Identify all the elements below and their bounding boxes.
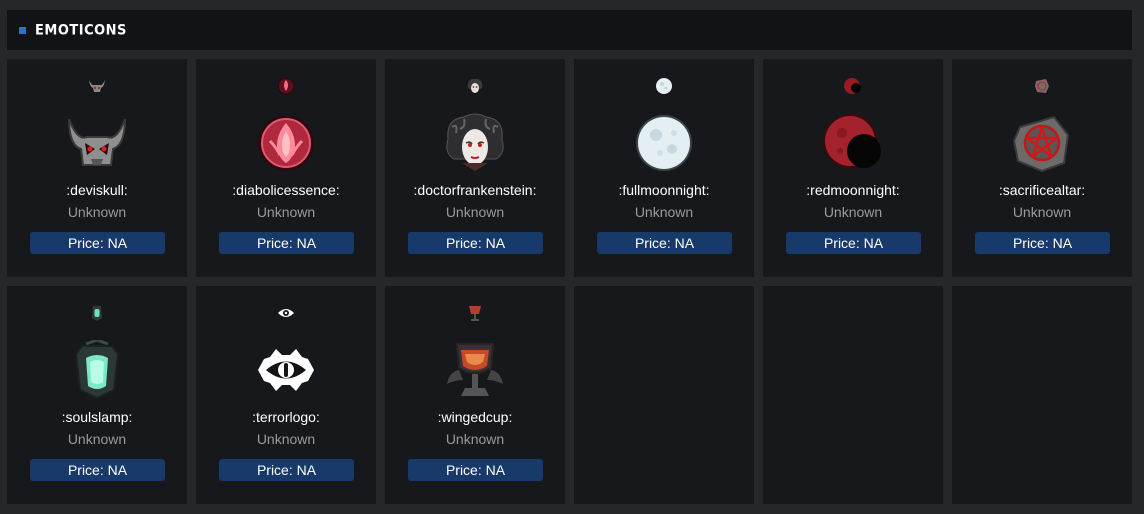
price-button[interactable]: Price: NA (219, 459, 354, 481)
terror-eye-small-icon (276, 303, 296, 323)
emoticon-name: :wingedcup: (437, 409, 513, 425)
emoticon-rarity: Unknown (1012, 204, 1072, 220)
devil-skull-icon (66, 112, 128, 174)
sacrifice-altar-icon (1011, 112, 1073, 174)
price-button[interactable]: Price: NA (408, 232, 543, 254)
diabolic-essence-small-icon (276, 76, 296, 96)
emoticon-rarity: Unknown (67, 431, 127, 447)
emoticon-card[interactable]: :wingedcup: Unknown Price: NA (385, 286, 565, 504)
terror-eye-icon (255, 339, 317, 401)
emoticon-name: :fullmoonnight: (618, 182, 710, 198)
price-button[interactable]: Price: NA (219, 232, 354, 254)
emoticon-grid: :deviskull: Unknown Price: NA :diabolice… (7, 59, 1132, 504)
price-button[interactable]: Price: NA (30, 232, 165, 254)
full-moon-small-icon (654, 76, 674, 96)
red-moon-small-icon (843, 76, 863, 96)
emoticon-name: :doctorfrankenstein: (413, 182, 537, 198)
emoticon-rarity: Unknown (256, 204, 316, 220)
emoticon-rarity: Unknown (823, 204, 883, 220)
section-header: EMOTICONS (7, 10, 1132, 50)
price-button[interactable]: Price: NA (408, 459, 543, 481)
emoticon-card[interactable]: :sacrificealtar: Unknown Price: NA (952, 59, 1132, 277)
emoticon-card[interactable]: :deviskull: Unknown Price: NA (7, 59, 187, 277)
emoticon-card[interactable]: :soulslamp: Unknown Price: NA (7, 286, 187, 504)
doctor-frankenstein-small-icon (465, 76, 485, 96)
emoticon-name: :redmoonnight: (806, 182, 900, 198)
emoticon-card[interactable]: :fullmoonnight: Unknown Price: NA (574, 59, 754, 277)
emoticon-name: :soulslamp: (61, 409, 133, 425)
emoticon-rarity: Unknown (445, 431, 505, 447)
empty-card (763, 286, 943, 504)
full-moon-icon (633, 112, 695, 174)
price-button[interactable]: Price: NA (30, 459, 165, 481)
emoticon-name: :diabolicessence: (232, 182, 340, 198)
emoticon-card[interactable]: :diabolicessence: Unknown Price: NA (196, 59, 376, 277)
emoticon-card[interactable]: :redmoonnight: Unknown Price: NA (763, 59, 943, 277)
winged-cup-small-icon (465, 303, 485, 323)
price-button[interactable]: Price: NA (597, 232, 732, 254)
section-title: EMOTICONS (35, 21, 127, 39)
sacrifice-altar-small-icon (1032, 76, 1052, 96)
emoticon-rarity: Unknown (67, 204, 127, 220)
emoticon-rarity: Unknown (256, 431, 316, 447)
emoticon-card[interactable]: :terrorlogo: Unknown Price: NA (196, 286, 376, 504)
empty-card (952, 286, 1132, 504)
doctor-frankenstein-icon (444, 112, 506, 174)
souls-lamp-icon (66, 339, 128, 401)
emoticon-name: :sacrificealtar: (998, 182, 1086, 198)
emoticon-rarity: Unknown (634, 204, 694, 220)
devil-skull-small-icon (87, 76, 107, 96)
price-button[interactable]: Price: NA (786, 232, 921, 254)
section-bullet-icon (19, 26, 26, 34)
emoticon-name: :deviskull: (66, 182, 128, 198)
diabolic-essence-icon (255, 112, 317, 174)
winged-cup-icon (444, 339, 506, 401)
emoticon-card[interactable]: :doctorfrankenstein: Unknown Price: NA (385, 59, 565, 277)
red-moon-icon (822, 112, 884, 174)
souls-lamp-small-icon (87, 303, 107, 323)
empty-card (574, 286, 754, 504)
emoticon-name: :terrorlogo: (252, 409, 320, 425)
price-button[interactable]: Price: NA (975, 232, 1110, 254)
emoticon-rarity: Unknown (445, 204, 505, 220)
